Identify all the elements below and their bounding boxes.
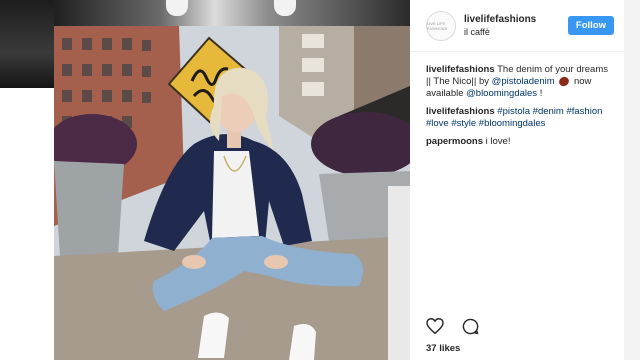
right-building-windows (302, 34, 324, 96)
comments-list: livelifefashions The denim of your dream… (410, 52, 624, 148)
post-header: LIVE LIFE FASHIONS livelifefashions il c… (410, 0, 624, 52)
mention-link[interactable]: @pistoladenim (492, 76, 555, 87)
comment-author[interactable]: livelifefashions (426, 106, 495, 117)
caption-text: ! (537, 88, 543, 99)
caption-comment: livelifefashions The denim of your dream… (426, 64, 610, 100)
comment-icon[interactable] (462, 318, 479, 340)
comment-author[interactable]: livelifefashions (426, 64, 495, 75)
post-details-panel: LIVE LIFE FASHIONS livelifefashions il c… (410, 0, 624, 360)
background-page (0, 88, 54, 360)
avatar-logo-text: LIVE LIFE FASHIONS (427, 20, 448, 31)
background-page-right (624, 0, 640, 360)
background-photo-top (54, 0, 410, 26)
post-photo-illustration (54, 26, 410, 360)
white-bollard (388, 186, 410, 360)
follow-button[interactable]: Follow (567, 16, 614, 35)
post-actions (426, 317, 479, 340)
likes-count[interactable]: 37 likes (426, 343, 460, 354)
user-block: livelifefashions il caffè (464, 13, 568, 39)
hashtags-comment: livelifefashions #pistola #denim #fashio… (426, 106, 610, 130)
football-emoji-icon (557, 75, 571, 88)
avatar[interactable]: LIVE LIFE FASHIONS (426, 10, 456, 41)
comment-text: i love! (485, 136, 511, 147)
heart-icon[interactable] (426, 317, 444, 340)
mention-link[interactable]: @bloomingdales (466, 88, 537, 99)
comment-author[interactable]: papermoons (426, 136, 483, 147)
background-photo-left (0, 0, 54, 88)
right-hand (264, 255, 288, 269)
reply-comment: papermoons i love! (426, 136, 610, 148)
location-link[interactable]: il caffè (464, 26, 568, 39)
background-shoe (274, 0, 296, 16)
background-shoe (166, 0, 188, 16)
left-hand (182, 255, 206, 269)
post-photo[interactable] (54, 26, 410, 360)
username-link[interactable]: livelifefashions (464, 13, 568, 26)
